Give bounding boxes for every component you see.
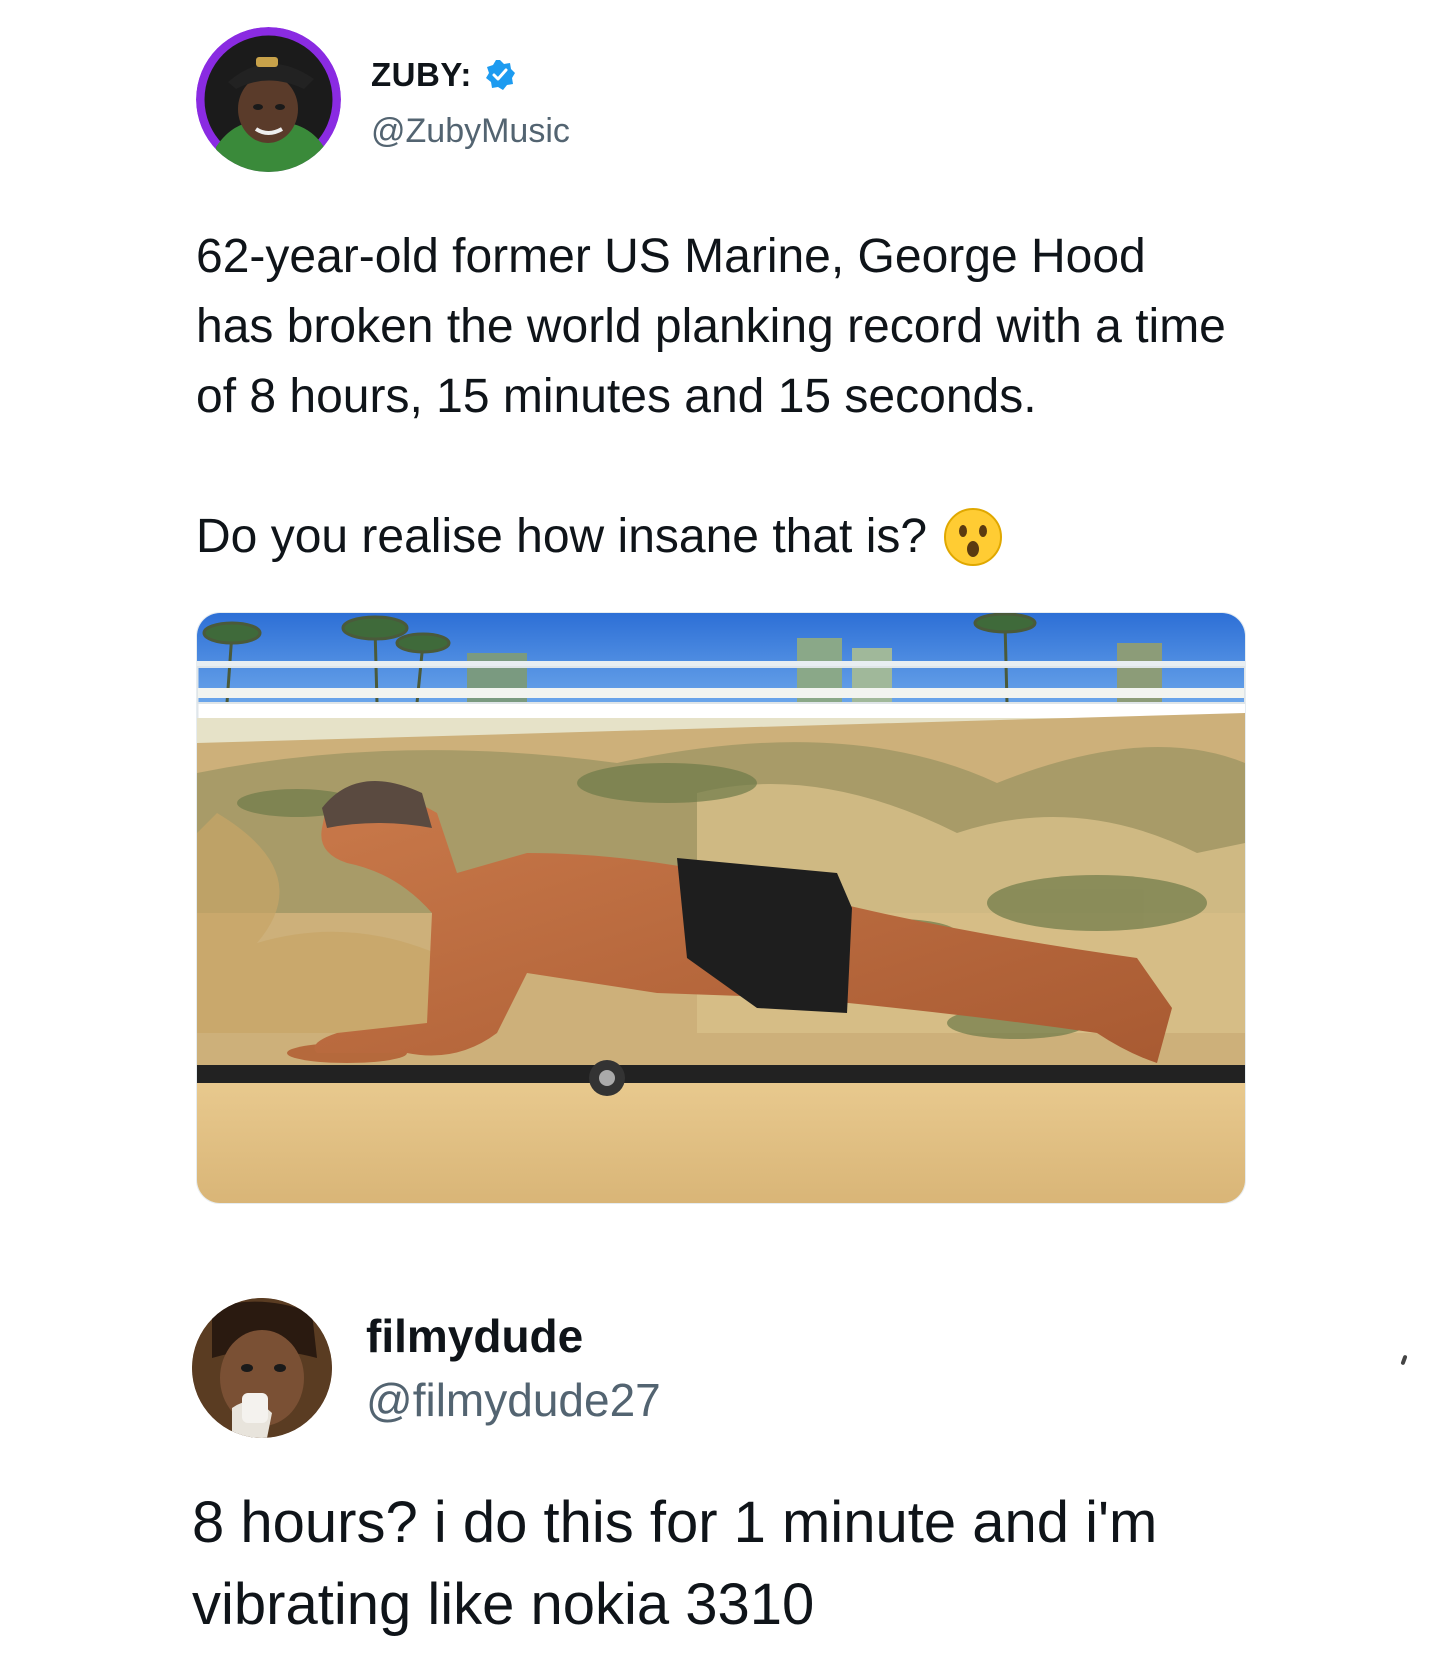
tweet-text-paragraph-1: 62-year-old former US Marine, George Hoo… <box>196 230 1226 423</box>
reply-text: 8 hours? i do this for 1 minute and i'm … <box>192 1490 1158 1637</box>
tweet-header: ZUBY: @ZubyMusic <box>196 27 1246 172</box>
reply-display-name[interactable]: filmydude <box>366 1308 661 1364</box>
tweet-card: ZUBY: @ZubyMusic 62-year-old former US M… <box>196 27 1246 1204</box>
author-names: ZUBY: @ZubyMusic <box>371 48 570 151</box>
stray-mark <box>1400 1354 1408 1366</box>
reply-header: filmydude @filmydude27 <box>192 1298 1292 1438</box>
tweet-text: 62-year-old former US Marine, George Hoo… <box>196 222 1236 572</box>
author-avatar[interactable] <box>196 27 341 172</box>
reply-author-avatar[interactable] <box>192 1298 332 1438</box>
astonished-face-emoji-icon <box>943 507 1003 567</box>
tweet-text-paragraph-2-text: Do you realise how insane that is? <box>196 510 928 563</box>
reply-handle[interactable]: @filmydude27 <box>366 1372 661 1428</box>
author-display-name[interactable]: ZUBY: <box>371 56 472 94</box>
display-name-row: ZUBY: <box>371 48 570 102</box>
reply-author-names: filmydude @filmydude27 <box>366 1308 661 1428</box>
reply-card: filmydude @filmydude27 8 hours? i do thi… <box>192 1298 1292 1646</box>
author-handle[interactable]: @ZubyMusic <box>371 112 570 151</box>
tweet-media-image[interactable] <box>196 612 1246 1204</box>
tweet-text-paragraph-2: Do you realise how insane that is? <box>196 502 1236 572</box>
verified-badge-icon <box>484 59 516 91</box>
